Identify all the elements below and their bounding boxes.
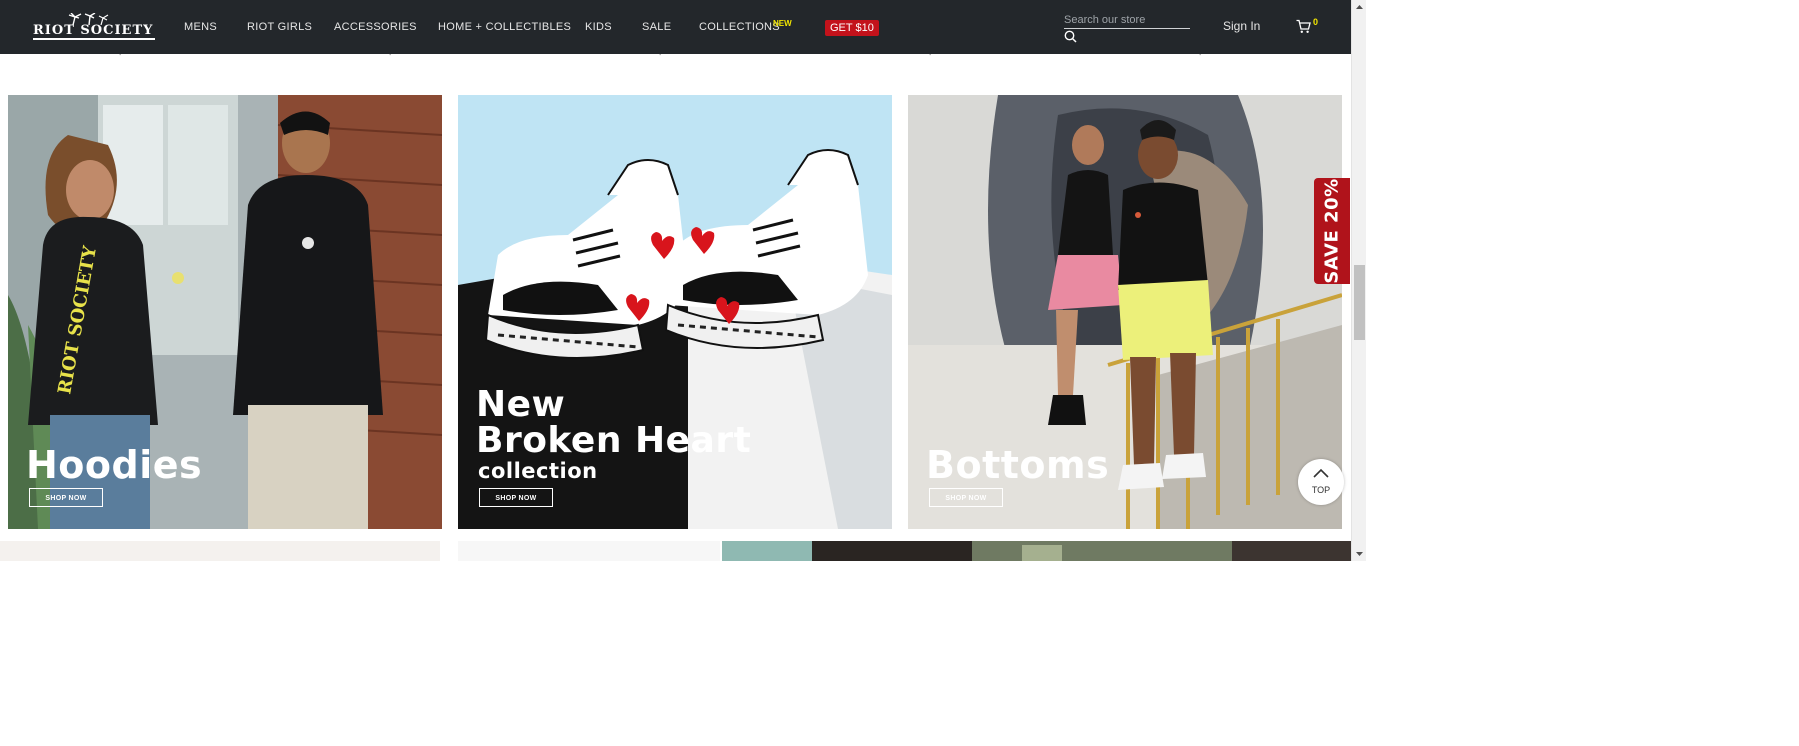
search-input[interactable] — [1064, 12, 1190, 29]
save-20-tab[interactable]: SAVE 20% — [1314, 178, 1350, 284]
logo-underline — [33, 38, 155, 40]
nav-item-riot-girls[interactable]: RIOT GIRLS — [247, 21, 312, 33]
nav-item-kids[interactable]: KIDS — [585, 21, 612, 33]
next-row-photo-middle — [458, 541, 720, 561]
search-icon[interactable] — [1064, 30, 1077, 43]
nav-item-mens[interactable]: MENS — [184, 21, 217, 33]
nav-item-home-collectibles[interactable]: HOME + COLLECTIBLES — [438, 21, 571, 33]
banner-title: Hoodies — [26, 443, 203, 487]
banner-title-line-1: New — [476, 384, 566, 425]
shop-now-button[interactable]: SHOP NOW — [479, 488, 553, 507]
nav-item-accessories[interactable]: ACCESSORIES — [334, 21, 417, 33]
back-to-top-button[interactable]: TOP — [1298, 459, 1344, 505]
shop-now-button[interactable]: SHOP NOW — [929, 488, 1003, 507]
next-row-image[interactable] — [0, 541, 440, 561]
banner-title-line-2: Broken Heart — [476, 420, 752, 461]
banner-bottoms[interactable]: Bottoms SHOP NOW — [908, 95, 1342, 529]
scrollbar-thumb[interactable] — [1354, 265, 1365, 340]
cart-count-badge: 0 — [1313, 17, 1319, 27]
brand-logo[interactable]: RIOT SOCIETY — [33, 13, 155, 41]
banner-broken-heart[interactable]: New Broken Heart collection SHOP NOW — [458, 95, 892, 529]
get-10-promo-button[interactable]: GET $10 — [825, 20, 879, 36]
shop-now-button[interactable]: SHOP NOW — [29, 488, 103, 507]
site-header: RIOT SOCIETY MENS RIOT GIRLS ACCESSORIES… — [0, 0, 1351, 54]
page-viewport: $00.00 $00.00 $00.00 $00.00 $24.00 RIOT … — [0, 0, 1351, 561]
page-scrollbar[interactable] — [1351, 0, 1366, 561]
next-row-photo-left — [0, 541, 440, 561]
chevron-up-icon — [1313, 468, 1329, 478]
nav-item-sale[interactable]: SALE — [642, 21, 671, 33]
scroll-up-arrow-icon[interactable] — [1352, 0, 1367, 15]
banner-hoodies[interactable]: RIOT SOCIETY Hoodies SHOP NOW — [8, 95, 442, 529]
nav-item-collections[interactable]: COLLECTIONS — [699, 21, 780, 33]
logo-wordmark: RIOT SOCIETY — [33, 23, 154, 38]
banner-title: Bottoms — [926, 443, 1110, 487]
sign-in-link[interactable]: Sign In — [1223, 19, 1260, 33]
banner-subtitle: collection — [478, 459, 598, 483]
search-box — [1064, 10, 1190, 43]
next-row-image[interactable] — [458, 541, 720, 561]
next-row-photo-right — [722, 541, 1351, 561]
save-20-label: SAVE 20% — [1321, 178, 1343, 284]
new-badge: NEW — [773, 19, 792, 28]
cart-icon[interactable] — [1296, 19, 1311, 34]
next-row-image[interactable] — [722, 541, 1351, 561]
back-to-top-label: TOP — [1311, 485, 1331, 495]
scroll-down-arrow-icon[interactable] — [1352, 546, 1367, 561]
